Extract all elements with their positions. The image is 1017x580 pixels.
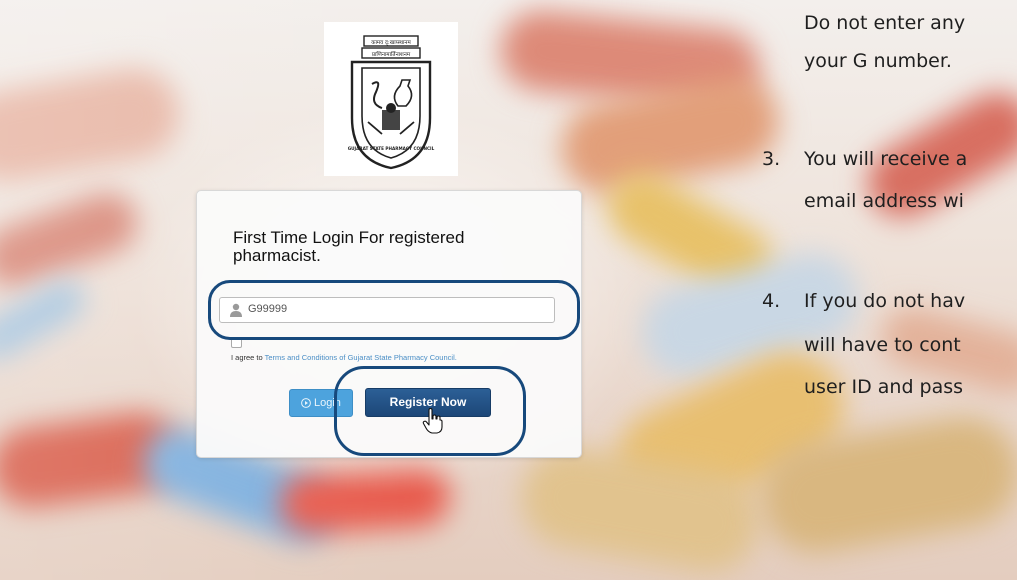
instruction-line: You will receive a (804, 148, 968, 170)
instruction-line: If you do not hav (804, 290, 966, 312)
instruction-line: email address wi (804, 190, 964, 212)
username-highlight-outline (208, 280, 580, 340)
instruction-line: your G number. (804, 50, 952, 72)
terms-link[interactable]: Terms and Conditions of Gujarat State Ph… (265, 353, 457, 362)
instruction-line: will have to cont (804, 334, 961, 356)
login-title: First Time Login For registered pharmaci… (233, 228, 465, 265)
terms-text: I agree to Terms and Conditions of Gujar… (231, 353, 457, 362)
play-circle-icon (301, 398, 311, 408)
instruction-number: 3. (762, 148, 781, 170)
terms-prefix: I agree to (231, 353, 265, 362)
instructions-panel: Do not enter any your G number. 3. You w… (762, 0, 1017, 580)
logo-ring-text: GUJARAT STATE PHARMACY COUNCIL (348, 146, 435, 151)
instruction-number: 4. (762, 290, 781, 312)
instruction-line: Do not enter any (804, 12, 966, 34)
council-emblem-icon: कामव दृ:खाय्स्थानम प्राणिनामार्तिनाशनम G… (324, 22, 458, 176)
pharmacy-council-logo: कामव दृ:खाय्स्थानम प्राणिनामार्तिनाशनम G… (324, 22, 458, 176)
logo-banner-top: कामव दृ:खाय्स्थानम (371, 40, 411, 46)
register-highlight-outline (334, 366, 526, 456)
logo-banner-bottom: प्राणिनामार्तिनाशनम (372, 51, 411, 58)
instruction-line: user ID and pass (804, 376, 964, 398)
